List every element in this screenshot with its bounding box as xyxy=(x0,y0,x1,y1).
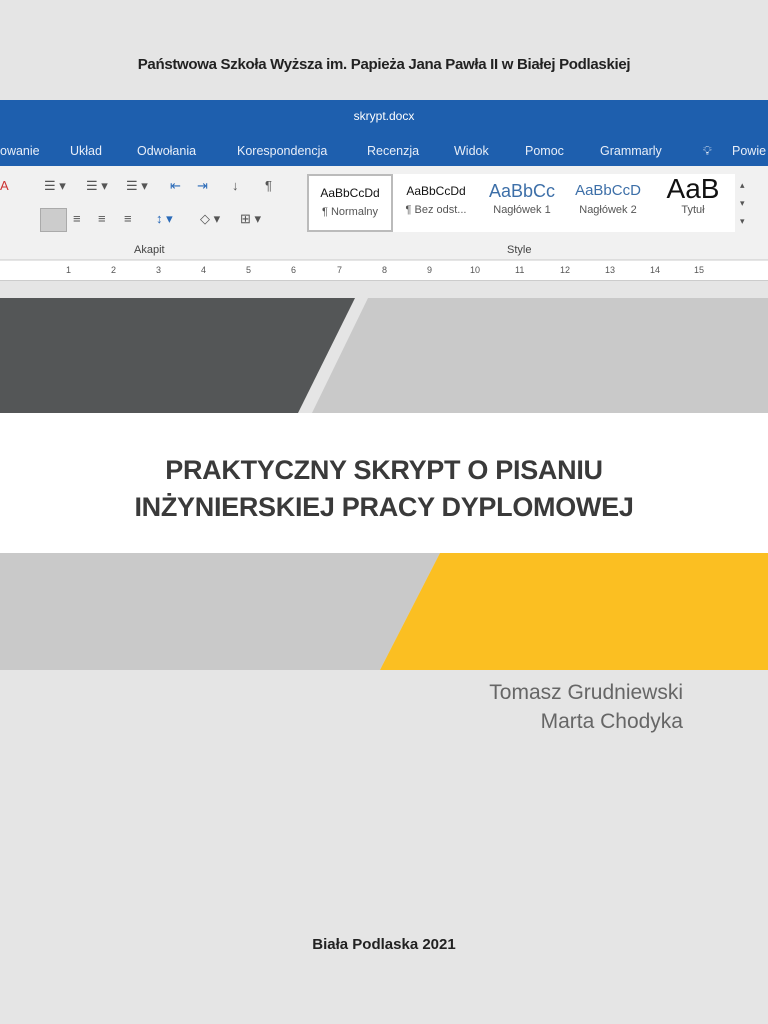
style-heading-2[interactable]: AaBbCcD Nagłówek 2 xyxy=(565,174,651,232)
institution-name: Państwowa Szkoła Wyższa im. Papieża Jana… xyxy=(137,56,631,73)
author-1: Tomasz Grudniewski xyxy=(489,681,683,704)
book-title: PRAKTYCZNY SKRYPT O PISANIU INŻYNIERSKIE… xyxy=(0,452,768,526)
line-spacing-icon[interactable]: ↕ ▾ xyxy=(156,211,173,227)
light-band-top xyxy=(312,298,768,413)
light-band-bottom xyxy=(0,553,440,670)
bullets-icon[interactable]: ☰ ▾ xyxy=(44,178,66,194)
align-right-icon[interactable]: ≡ xyxy=(98,211,106,226)
place-year: Biała Podlaska 2021 xyxy=(312,936,456,953)
tab-odwolania[interactable]: Odwołania xyxy=(137,133,196,169)
style-normal[interactable]: AaBbCcDd ¶ Normalny xyxy=(307,174,393,232)
multilevel-list-icon[interactable]: ☰ ▾ xyxy=(126,178,148,194)
title-line-2: INŻYNIERSKIEJ PRACY DYPLOMOWEJ xyxy=(134,492,634,522)
group-label-styles: Style xyxy=(507,244,532,256)
ribbon-tabs: owanie Układ Odwołania Korespondencja Re… xyxy=(0,133,768,166)
style-title[interactable]: AaB Tytuł xyxy=(651,174,735,232)
author-2: Marta Chodyka xyxy=(540,710,683,733)
tab-uklad[interactable]: Układ xyxy=(70,133,102,169)
tab-recenzja[interactable]: Recenzja xyxy=(367,133,419,169)
tab-grammarly[interactable]: Grammarly xyxy=(600,133,662,169)
tab-pomoc[interactable]: Pomoc xyxy=(525,133,564,169)
title-line-1: PRAKTYCZNY SKRYPT O PISANIU xyxy=(165,455,603,485)
ruler[interactable]: 1 2 3 4 5 6 7 8 9 10 11 12 13 14 15 xyxy=(0,261,768,281)
clear-format-icon[interactable]: A xyxy=(0,178,9,193)
sort-icon[interactable]: ↓ xyxy=(232,178,239,193)
tab-korespondencja[interactable]: Korespondencja xyxy=(237,133,327,169)
justify-icon[interactable]: ≡ xyxy=(124,211,132,226)
dark-band xyxy=(0,298,355,413)
decrease-indent-icon[interactable]: ⇤ xyxy=(170,178,181,194)
styles-scroll-icon[interactable]: ▴ ▾ ▾ xyxy=(740,176,745,230)
align-left-icon[interactable] xyxy=(40,208,67,232)
tab-projektowanie[interactable]: owanie xyxy=(0,133,40,169)
lightbulb-icon[interactable]: 💡︎ xyxy=(703,133,712,169)
pilcrow-icon[interactable]: ¶ xyxy=(265,178,272,193)
shading-icon[interactable]: ◇ ▾ xyxy=(200,211,220,227)
borders-icon[interactable]: ⊞ ▾ xyxy=(240,211,261,227)
word-title-bar: skrypt.docx xyxy=(0,100,768,133)
tab-tell-me[interactable]: Powie xyxy=(732,133,766,169)
yellow-band xyxy=(380,553,768,670)
group-label-paragraph: Akapit xyxy=(134,244,165,256)
increase-indent-icon[interactable]: ⇥ xyxy=(197,178,208,194)
tab-widok[interactable]: Widok xyxy=(454,133,489,169)
numbering-icon[interactable]: ☰ ▾ xyxy=(86,178,108,194)
align-center-icon[interactable]: ≡ xyxy=(73,211,81,226)
style-no-spacing[interactable]: AaBbCcDd ¶ Bez odst... xyxy=(393,174,479,232)
ribbon: A ☰ ▾ ☰ ▾ ☰ ▾ ⇤ ⇥ ↓ ¶ ≡ ≡ ≡ ↕ ▾ ◇ ▾ ⊞ ▾ … xyxy=(0,166,768,260)
style-heading-1[interactable]: AaBbCc Nagłówek 1 xyxy=(479,174,565,232)
